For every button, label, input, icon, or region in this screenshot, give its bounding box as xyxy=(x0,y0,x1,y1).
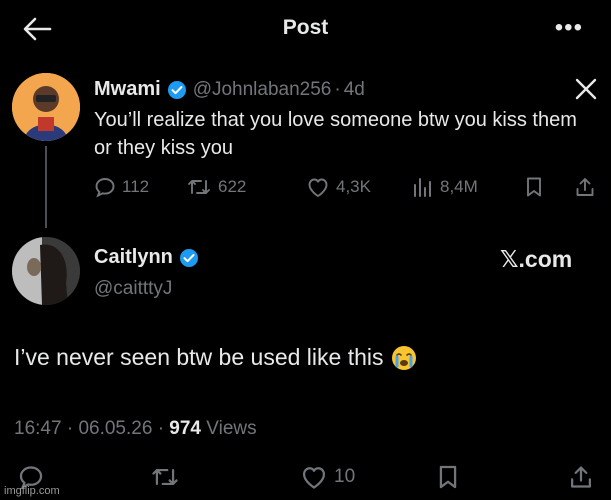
repost-icon xyxy=(152,468,178,486)
post-time: 16:47 xyxy=(14,418,62,439)
views-total: 974 xyxy=(169,418,201,439)
author-row: Mwami @Johnlaban256 · 4d xyxy=(94,78,365,101)
avatar[interactable] xyxy=(12,237,80,305)
bookmark-icon xyxy=(439,465,457,489)
reply-action-bar: 10 xyxy=(0,460,611,496)
top-bar: Post ••• xyxy=(0,0,611,58)
like-count: 4,3K xyxy=(336,177,371,196)
author-name[interactable]: Mwami xyxy=(94,78,161,101)
verified-badge-icon xyxy=(167,80,186,99)
repost-button[interactable] xyxy=(150,464,186,490)
post-timestamp-row: 16:47 · 06.05.26 · 974 Views xyxy=(14,418,257,440)
reply-author-handle[interactable]: @caitttyJ xyxy=(94,278,172,300)
page-title: Post xyxy=(282,16,329,39)
heart-icon xyxy=(308,178,328,197)
post-age: 4d xyxy=(343,78,365,100)
reply-author-row: Caitlynn xyxy=(94,246,205,269)
reply-tweet-text: I’ve never seen btw be used like this xyxy=(14,344,417,371)
views-chart-icon xyxy=(414,178,431,197)
share-button[interactable] xyxy=(574,176,602,198)
bookmark-button[interactable] xyxy=(524,176,550,198)
crying-emoji-icon xyxy=(392,345,417,370)
thread-connector xyxy=(45,146,47,228)
repost-count: 622 xyxy=(218,177,247,196)
views-count: 8,4M xyxy=(440,177,478,196)
author-handle[interactable]: @Johnlaban256 xyxy=(193,79,332,101)
reply-author-name[interactable]: Caitlynn xyxy=(94,246,173,269)
repost-button[interactable]: 622 xyxy=(186,176,246,198)
share-button[interactable] xyxy=(568,464,600,490)
reply-icon xyxy=(95,178,115,198)
share-icon xyxy=(576,178,594,196)
post-date: 06.05.26 xyxy=(78,418,153,439)
separator: · xyxy=(157,418,165,439)
views-button[interactable]: 8,4M xyxy=(412,176,478,198)
like-count: 10 xyxy=(334,466,356,487)
x-logo-icon xyxy=(575,78,597,100)
engagement-bar: 112 622 4,3K 8,4M xyxy=(94,174,604,202)
x-com-brand: 𝕏.com xyxy=(500,246,573,272)
bookmark-button[interactable] xyxy=(436,464,466,490)
avatar[interactable] xyxy=(12,73,80,141)
verified-badge-icon xyxy=(179,248,198,267)
bookmark-icon xyxy=(527,177,541,197)
watermark: imgflip.com xyxy=(4,485,60,497)
reply-button[interactable]: 112 xyxy=(94,176,149,198)
views-label: Views xyxy=(206,418,257,439)
reply-text: I’ve never seen btw be used like this xyxy=(14,344,384,370)
like-button[interactable]: 10 xyxy=(300,464,355,490)
heart-icon xyxy=(302,467,326,489)
more-options-icon[interactable]: ••• xyxy=(555,14,583,42)
separator: · xyxy=(66,418,74,439)
separator: · xyxy=(334,78,341,100)
like-button[interactable]: 4,3K xyxy=(306,176,371,198)
repost-icon xyxy=(188,180,210,194)
share-icon xyxy=(571,466,591,488)
reply-count: 112 xyxy=(122,177,150,196)
tweet-text: You’ll realize that you love someone btw… xyxy=(94,109,577,159)
